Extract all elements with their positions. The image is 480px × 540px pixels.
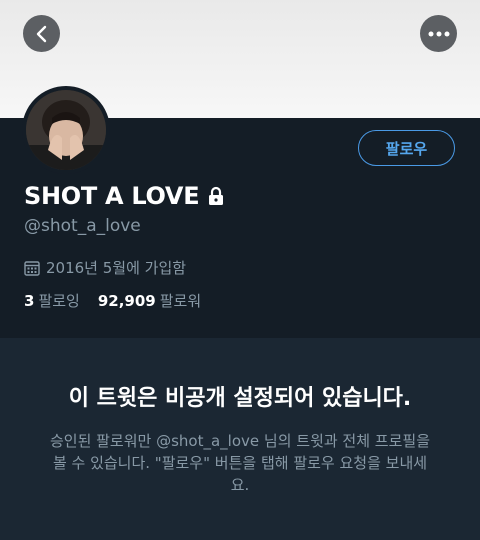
display-name-text: SHOT A LOVE — [24, 182, 200, 210]
joined-date: 2016년 5월에 가입함 — [24, 257, 186, 278]
avatar[interactable] — [22, 86, 110, 174]
calendar-icon — [24, 260, 40, 276]
display-name: SHOT A LOVE — [24, 182, 225, 210]
joined-text: 2016년 5월에 가입함 — [46, 259, 187, 277]
avatar-image — [26, 90, 106, 170]
protected-title: 이 트윗은 비공개 설정되어 있습니다. — [68, 386, 412, 411]
followers-label: 팔로워 — [159, 292, 202, 310]
back-button[interactable] — [23, 15, 60, 52]
following-link[interactable]: 3 팔로잉 — [24, 290, 80, 311]
following-label: 팔로잉 — [38, 292, 80, 310]
more-dots-icon — [428, 31, 449, 36]
follow-button[interactable]: 팔로우 — [358, 130, 455, 166]
protected-description: 승인된 팔로워만 @shot_a_love 님의 트윗과 전체 프로필을 볼 수… — [49, 432, 431, 494]
followers-link[interactable]: 92,909 팔로워 — [98, 290, 201, 311]
more-options-button[interactable] — [420, 15, 457, 52]
followers-count: 92,909 — [97, 292, 156, 310]
profile-handle: @shot_a_love — [24, 216, 141, 236]
chevron-left-icon — [36, 25, 46, 42]
follow-stats: 3 팔로잉 92,909 팔로워 — [24, 290, 201, 311]
following-count: 3 — [24, 292, 35, 310]
lock-icon — [209, 186, 224, 205]
